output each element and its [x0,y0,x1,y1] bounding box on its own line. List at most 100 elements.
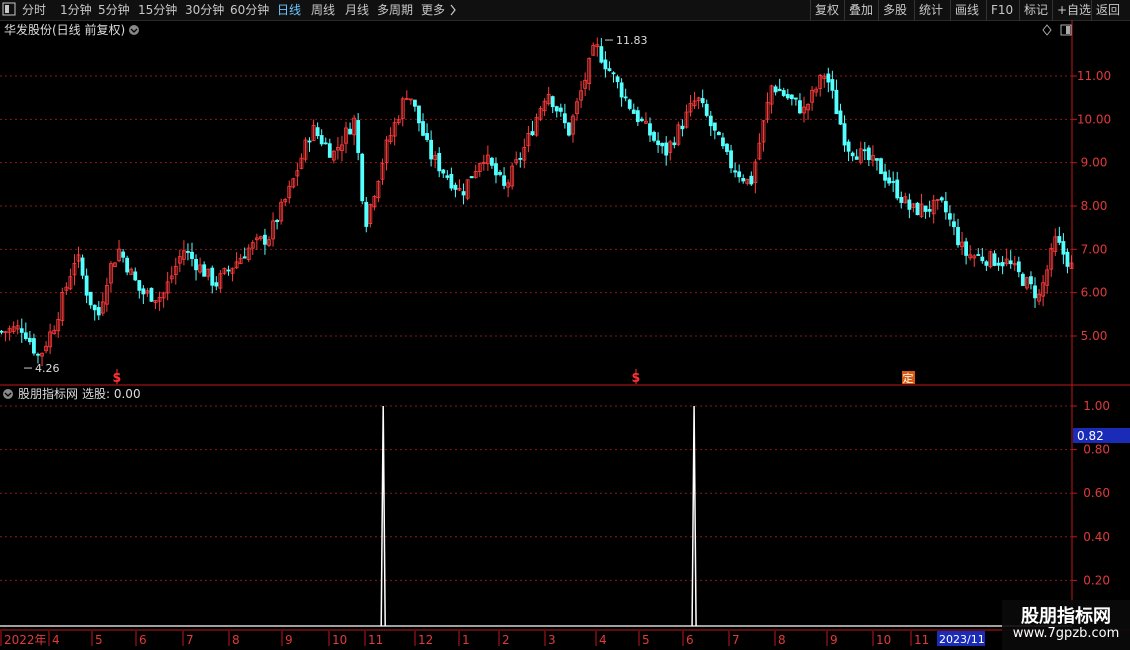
candle-body [1033,285,1037,299]
candle-body [453,184,458,190]
candle-body [327,143,332,158]
candle-body [226,269,231,272]
candle-body [263,234,267,245]
stock-title: 华发股份(日线 前复权) [4,22,125,37]
candle-body [939,197,944,201]
indicator-spike-1 [691,405,697,627]
candle-body [319,135,324,145]
candle-body [976,254,981,256]
candle-body [1000,262,1005,267]
candle-body [915,202,920,216]
candle-body [494,163,498,176]
candle-body [190,251,194,259]
candle-body [652,131,656,141]
candle-body [356,120,361,153]
candle-body [92,304,97,311]
candle-body [429,139,434,160]
candle-body [623,96,628,99]
candle-body [777,88,782,92]
candle-body [315,127,320,137]
candle-body [554,106,559,112]
candle-body [615,76,620,83]
candle-body [567,122,571,136]
price-tick-label: 9.00 [1081,156,1108,170]
watermark-url: www.7gpzb.com [1012,626,1120,641]
candle-body [992,253,997,266]
indicator-tick-label: 0.60 [1083,486,1110,500]
candle-body [518,157,523,160]
candle-body [133,271,138,281]
candle-body [125,257,130,273]
candle-body [137,280,142,291]
candle-body [214,282,219,287]
candle-body [984,261,989,266]
candle-body [635,110,640,122]
candle-body [275,219,280,223]
panel-toggle-fill [1066,26,1070,34]
candle-body [712,122,717,131]
candle-body [0,330,4,333]
time-label-15: 6 [686,633,694,647]
candle-body [891,181,896,183]
indicator-tick-label: 0.40 [1083,530,1110,544]
indicator-title: 股朋指标网 [18,386,78,401]
price-tick-label: 6.00 [1081,286,1108,300]
candle-body [1016,261,1021,273]
candle-body [721,137,725,147]
candle-body [84,275,89,296]
candle-body [883,171,887,181]
candle-body [956,227,960,246]
candle-body [700,98,705,104]
candle-body [923,205,928,212]
candle-body [441,169,446,174]
candle-body [854,156,859,160]
settings-circle-icon [129,25,139,35]
candle-body [323,142,328,145]
candle-body [562,113,567,124]
time-label-0: 2022年 [4,633,47,647]
candle-body [364,201,369,227]
candle-body [242,256,247,259]
candle-body [88,291,93,306]
candle-body [781,90,786,96]
time-label-11: 2 [502,633,510,647]
indicator-tick-label: 1.00 [1083,399,1110,413]
candle-body [425,133,429,140]
indicator-value: 选股: 0.00 [82,387,141,401]
candle-body [1065,251,1070,267]
candle-body [413,99,417,107]
indicator-settings-icon [3,389,13,399]
candle-body [842,123,847,146]
candle-body [32,338,36,354]
candle-body [875,158,879,161]
indicator-tick-label: 0.20 [1083,573,1110,587]
candle-body [716,131,721,136]
time-label-19: 10 [876,633,891,647]
time-label-4: 7 [186,633,194,647]
candle-body [672,142,677,146]
candle-body [461,191,466,196]
candle-body [895,179,900,199]
low-price-label: 4.26 [35,362,60,375]
current-value-label: 0.82 [1077,429,1104,443]
candle-body [943,201,948,213]
candle-body [656,140,660,146]
watermark: 股朋指标网 www.7gpzb.com [1002,600,1130,650]
price-tick-label: 7.00 [1081,242,1108,256]
candle-body [619,82,624,98]
candle-body [737,171,742,178]
candle-body [607,68,612,71]
watermark-title: 股朋指标网 [1021,606,1111,627]
diamond-icon [1042,24,1052,36]
chart-canvas: 11.0010.009.008.007.006.005.00华发股份(日线 前复… [0,20,1130,650]
candle-body [149,287,154,302]
candle-body [421,121,425,136]
candle-body [850,152,855,157]
candle-body [866,147,871,161]
candle-body [648,123,652,136]
candle-body [558,107,563,112]
candle-body [899,196,904,203]
candle-body [141,288,146,295]
time-label-20: 11 [914,633,929,647]
high-price-label: 11.83 [616,34,648,47]
